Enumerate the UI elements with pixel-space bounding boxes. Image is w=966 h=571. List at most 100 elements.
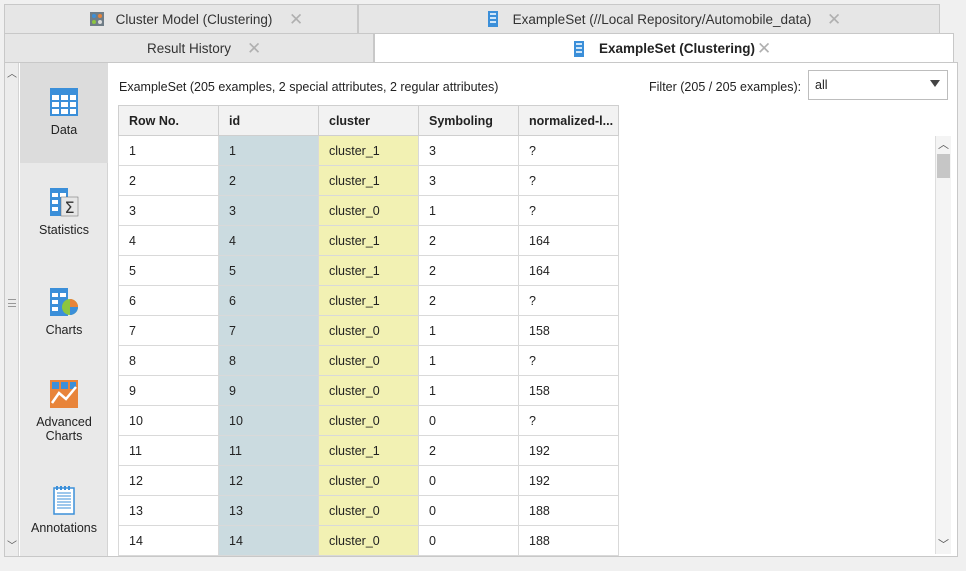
table-row[interactable]: 9 9 cluster_0 1 158 xyxy=(118,375,619,406)
cell-row-no[interactable]: 8 xyxy=(118,345,219,376)
scroll-down-icon[interactable]: ﹀ xyxy=(938,536,949,552)
table-row[interactable]: 8 8 cluster_0 1? xyxy=(118,345,619,376)
cell-cluster[interactable]: cluster_0 xyxy=(318,315,419,346)
filter-dropdown[interactable]: all xyxy=(808,70,948,100)
resize-grip-icon[interactable] xyxy=(8,299,16,307)
cell-id[interactable]: 7 xyxy=(218,315,319,346)
cell-symboling[interactable]: 1 xyxy=(418,375,519,406)
cell-row-no[interactable]: 3 xyxy=(118,195,219,226)
cell-symboling[interactable]: 2 xyxy=(418,255,519,286)
table-row[interactable]: 10 10 cluster_0 0? xyxy=(118,405,619,436)
scroll-up-icon[interactable]: ︿ xyxy=(7,65,17,80)
cell-cluster[interactable]: cluster_1 xyxy=(318,225,419,256)
cell-normalized-losses[interactable]: 158 xyxy=(518,375,619,406)
cell-normalized-losses[interactable]: 158 xyxy=(518,315,619,346)
cell-symboling[interactable]: 0 xyxy=(418,495,519,526)
cell-row-no[interactable]: 14 xyxy=(118,525,219,556)
cell-normalized-losses[interactable]: ? xyxy=(518,345,619,376)
cell-symboling[interactable]: 0 xyxy=(418,465,519,496)
cell-id[interactable]: 13 xyxy=(218,495,319,526)
cell-symboling[interactable]: 1 xyxy=(418,195,519,226)
cell-id[interactable]: 14 xyxy=(218,525,319,556)
close-tab-icon[interactable]: ✕ xyxy=(827,11,841,28)
cell-cluster[interactable]: cluster_0 xyxy=(318,345,419,376)
table-row[interactable]: 5 5 cluster_1 2 164 xyxy=(118,255,619,286)
cell-id[interactable]: 2 xyxy=(218,165,319,196)
sidebar-item-statistics[interactable]: Σ Statistics xyxy=(20,187,108,237)
cell-cluster[interactable]: cluster_0 xyxy=(318,525,419,556)
cell-row-no[interactable]: 11 xyxy=(118,435,219,466)
cell-row-no[interactable]: 4 xyxy=(118,225,219,256)
cell-normalized-losses[interactable]: 164 xyxy=(518,255,619,286)
close-tab-icon[interactable]: ✕ xyxy=(757,40,771,57)
cell-id[interactable]: 10 xyxy=(218,405,319,436)
cell-symboling[interactable]: 1 xyxy=(418,315,519,346)
cell-id[interactable]: 5 xyxy=(218,255,319,286)
cell-row-no[interactable]: 12 xyxy=(118,465,219,496)
cell-cluster[interactable]: cluster_1 xyxy=(318,135,419,166)
table-row[interactable]: 13 13 cluster_0 0 188 xyxy=(118,495,619,526)
cell-normalized-losses[interactable]: ? xyxy=(518,285,619,316)
cell-id[interactable]: 12 xyxy=(218,465,319,496)
table-row[interactable]: 2 2 cluster_1 3? xyxy=(118,165,619,196)
cell-row-no[interactable]: 1 xyxy=(118,135,219,166)
tab-cluster-model[interactable]: Cluster Model (Clustering) ✕ xyxy=(4,4,358,33)
cell-cluster[interactable]: cluster_0 xyxy=(318,195,419,226)
sidebar-item-annotations[interactable]: Annotations xyxy=(20,485,108,535)
close-tab-icon[interactable]: ✕ xyxy=(289,11,303,28)
cell-symboling[interactable]: 2 xyxy=(418,225,519,256)
column-header-symboling[interactable]: Symboling xyxy=(418,105,519,136)
cell-symboling[interactable]: 3 xyxy=(418,135,519,166)
column-header-id[interactable]: id xyxy=(218,105,319,136)
cell-id[interactable]: 6 xyxy=(218,285,319,316)
tab-result-history[interactable]: Result History ✕ xyxy=(4,33,374,63)
cell-normalized-losses[interactable]: ? xyxy=(518,165,619,196)
column-header-row-no[interactable]: Row No. xyxy=(118,105,219,136)
cell-cluster[interactable]: cluster_0 xyxy=(318,405,419,436)
sidebar-item-advanced-charts[interactable]: Advanced Charts xyxy=(20,379,108,443)
cell-symboling[interactable]: 0 xyxy=(418,525,519,556)
cell-row-no[interactable]: 9 xyxy=(118,375,219,406)
cell-row-no[interactable]: 2 xyxy=(118,165,219,196)
cell-cluster[interactable]: cluster_1 xyxy=(318,285,419,316)
cell-id[interactable]: 1 xyxy=(218,135,319,166)
cell-id[interactable]: 8 xyxy=(218,345,319,376)
column-header-normalized-losses[interactable]: normalized-l... xyxy=(518,105,619,136)
table-scrollbar[interactable]: ︿ ﹀ xyxy=(935,136,951,554)
cell-cluster[interactable]: cluster_1 xyxy=(318,255,419,286)
sidebar-item-charts[interactable]: Charts xyxy=(20,287,108,337)
scroll-down-icon[interactable]: ﹀ xyxy=(7,537,17,552)
sidebar-item-data[interactable]: Data xyxy=(20,63,108,163)
cell-normalized-losses[interactable]: 164 xyxy=(518,225,619,256)
cell-symboling[interactable]: 1 xyxy=(418,345,519,376)
cell-row-no[interactable]: 5 xyxy=(118,255,219,286)
cell-normalized-losses[interactable]: 192 xyxy=(518,435,619,466)
tab-exampleset-automobile[interactable]: ExampleSet (//Local Repository/Automobil… xyxy=(358,4,940,33)
scrollbar-thumb[interactable] xyxy=(937,154,950,178)
table-row[interactable]: 3 3 cluster_0 1? xyxy=(118,195,619,226)
cell-normalized-losses[interactable]: 188 xyxy=(518,495,619,526)
cell-id[interactable]: 4 xyxy=(218,225,319,256)
table-row[interactable]: 7 7 cluster_0 1 158 xyxy=(118,315,619,346)
cell-row-no[interactable]: 6 xyxy=(118,285,219,316)
table-row[interactable]: 1 1 cluster_1 3? xyxy=(118,135,619,166)
cell-id[interactable]: 11 xyxy=(218,435,319,466)
cell-symboling[interactable]: 0 xyxy=(418,405,519,436)
cell-normalized-losses[interactable]: 192 xyxy=(518,465,619,496)
table-row[interactable]: 6 6 cluster_1 2? xyxy=(118,285,619,316)
cell-normalized-losses[interactable]: ? xyxy=(518,135,619,166)
table-row[interactable]: 4 4 cluster_1 2 164 xyxy=(118,225,619,256)
scroll-up-icon[interactable]: ︿ xyxy=(938,136,949,152)
table-row[interactable]: 11 11 cluster_1 2 192 xyxy=(118,435,619,466)
cell-normalized-losses[interactable]: 188 xyxy=(518,525,619,556)
tab-exampleset-clustering[interactable]: ExampleSet (Clustering) ✕ xyxy=(374,33,954,63)
cell-normalized-losses[interactable]: ? xyxy=(518,195,619,226)
close-tab-icon[interactable]: ✕ xyxy=(247,40,261,57)
cell-row-no[interactable]: 10 xyxy=(118,405,219,436)
cell-cluster[interactable]: cluster_0 xyxy=(318,495,419,526)
cell-symboling[interactable]: 2 xyxy=(418,435,519,466)
cell-cluster[interactable]: cluster_0 xyxy=(318,465,419,496)
column-header-cluster[interactable]: cluster xyxy=(318,105,419,136)
sidebar-scrollbar[interactable]: ︿ ﹀ xyxy=(5,63,19,556)
cell-symboling[interactable]: 3 xyxy=(418,165,519,196)
